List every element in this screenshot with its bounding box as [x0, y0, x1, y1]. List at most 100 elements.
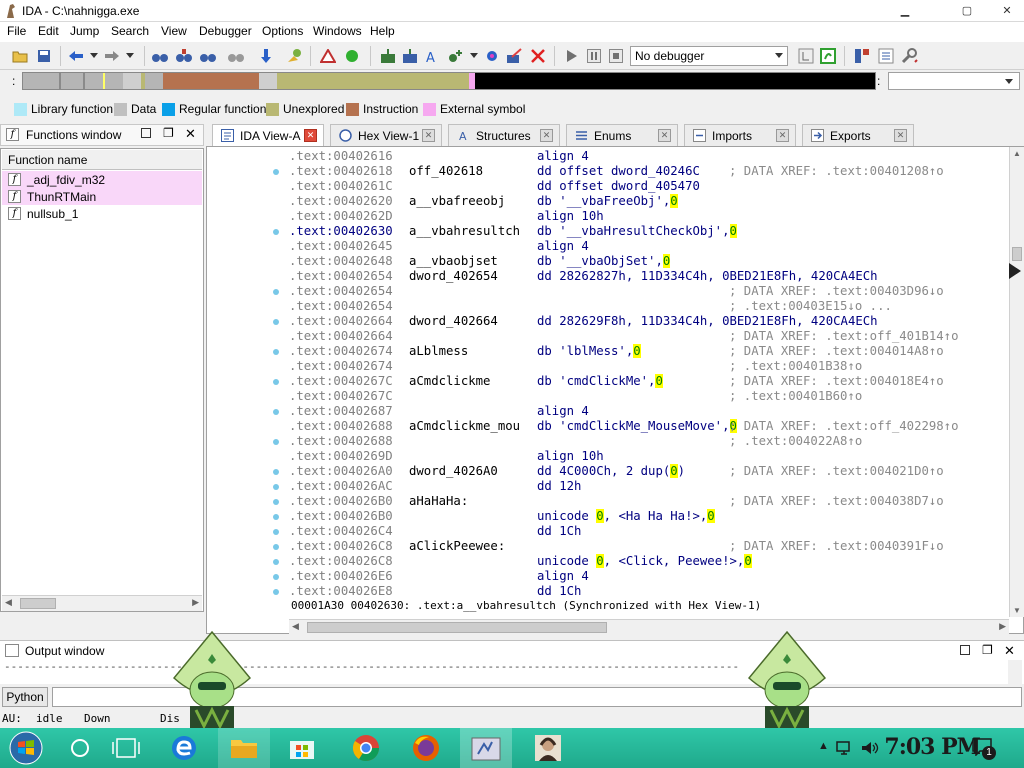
menu-options[interactable]: Options — [262, 24, 303, 38]
navigation-band[interactable] — [22, 72, 876, 90]
function-row[interactable]: f ThunRTMain — [2, 188, 202, 205]
output-text[interactable]: ----------------------------------------… — [0, 660, 1024, 684]
mark-button[interactable] — [284, 46, 304, 66]
scroll-thumb[interactable] — [1012, 247, 1022, 261]
nav-combo[interactable] — [888, 72, 1020, 90]
search-next-button[interactable] — [226, 46, 246, 66]
disasm-line[interactable]: .text:004026C8 aClickPeewee: ; DATA XREF: … — [289, 539, 944, 554]
breakpoint-dot[interactable] — [273, 169, 279, 175]
disasm-xref-comment[interactable]: ; .text:00401B38↑o — [729, 359, 862, 374]
disasm-line[interactable]: .text:0040261C dd offset dword_405470 — [289, 179, 700, 194]
function-row[interactable]: f _adj_fdiv_m32 — [2, 171, 202, 188]
close-tab-icon[interactable]: ✕ — [894, 129, 907, 142]
disasm-xref-comment[interactable]: ; DATA XREF: .text:off_401B14↑o — [729, 329, 959, 344]
disasm-label[interactable]: aCmdclickme — [409, 374, 490, 389]
search-binary-button[interactable] — [198, 46, 218, 66]
forward-button[interactable] — [102, 46, 122, 66]
python-button[interactable]: Python — [2, 687, 48, 707]
breakpoint-dot[interactable] — [273, 544, 279, 550]
menu-help[interactable]: Help — [370, 24, 395, 38]
disasm-label[interactable]: aCmdclickme_mou — [409, 419, 520, 434]
disasm-instruction[interactable]: db '__vbaHresultCheckObj',0 — [537, 224, 737, 239]
function-row[interactable]: f nullsub_1 — [2, 205, 202, 222]
disasm-line[interactable]: .text:00402674 aLblmess db 'lblMess',0 ; DA… — [289, 344, 944, 359]
disasm-label[interactable]: aHaHaHa: — [409, 494, 468, 509]
disasm-line[interactable]: .text:00402616 align 4 — [289, 149, 589, 164]
disasm-label[interactable]: dword_402654 — [409, 269, 498, 284]
segments-button[interactable] — [852, 46, 872, 66]
disasm-xref-comment[interactable]: ; DATA XREF: .text:00403D96↓o — [729, 284, 944, 299]
menu-jump[interactable]: Jump — [70, 24, 99, 38]
breakpoint-dot[interactable] — [273, 349, 279, 355]
scroll-left-icon[interactable]: ◀ — [292, 621, 299, 632]
disasm-label[interactable]: off_402618 — [409, 164, 483, 179]
disasm-xref-comment[interactable]: ; .text:00401B60↑o — [729, 389, 862, 404]
disasm-line[interactable]: .text:004026B0 aHaHaHa: ; DATA XREF: .text… — [289, 494, 944, 509]
chrome-button[interactable] — [340, 728, 392, 768]
disasm-instruction[interactable]: dd offset dword_40246C — [537, 164, 700, 179]
disasm-label[interactable]: aClickPeewee: — [409, 539, 505, 554]
edge-button[interactable] — [158, 728, 210, 768]
disasm-instruction[interactable]: dd 28262827h, 11D334C4h, 0BED21E8Fh, 420… — [537, 269, 878, 284]
breakpoint-dot[interactable] — [273, 319, 279, 325]
functions-hscrollbar[interactable]: ◀ ▶ — [2, 595, 202, 611]
close-panel-icon[interactable]: ✕ — [1004, 643, 1015, 659]
disasm-line[interactable]: .text:00402664 dword_402664 dd 282629F8h, … — [289, 314, 878, 329]
tab-enums[interactable]: Enums ✕ — [566, 124, 678, 146]
struct-button[interactable] — [482, 46, 502, 66]
disasm-line[interactable]: .text:004026AC dd 12h — [289, 479, 581, 494]
firefox-button[interactable] — [400, 728, 452, 768]
close-tab-icon[interactable]: ✕ — [776, 129, 789, 142]
disasm-line[interactable]: .text:00402674 ; .text:00401B38↑o — [289, 359, 862, 374]
make-data-button[interactable] — [400, 46, 420, 66]
store-button[interactable] — [276, 728, 328, 768]
disasm-line[interactable]: .text:00402688 aCmdclickme_mou db 'cmdClic… — [289, 419, 959, 434]
disasm-instruction[interactable]: dd 12h — [537, 479, 581, 494]
volume-icon[interactable] — [860, 740, 880, 756]
disasm-instruction[interactable]: align 4 — [537, 569, 589, 584]
open-button[interactable] — [10, 46, 30, 66]
pause-button[interactable] — [584, 46, 604, 66]
graph-view-button[interactable] — [318, 46, 338, 66]
disasm-instruction[interactable]: db '__vbaObjSet',0 — [537, 254, 671, 269]
scroll-up-icon[interactable]: ▲ — [1013, 149, 1021, 158]
close-panel-icon[interactable]: ✕ — [185, 126, 196, 142]
scroll-thumb[interactable] — [20, 598, 56, 609]
tab-exports[interactable]: Exports ✕ — [802, 124, 914, 146]
disasm-xref-comment[interactable]: ; DATA XREF: .text:00401208↑o — [729, 164, 944, 179]
disasm-instruction[interactable]: db 'lblMess',0 — [537, 344, 641, 359]
functions-window-tab[interactable]: f Functions window ❐ ✕ — [0, 124, 204, 146]
disasm-label[interactable]: dword_402664 — [409, 314, 498, 329]
back-dropdown[interactable] — [84, 46, 104, 66]
tools-button[interactable] — [900, 46, 920, 66]
output-vscrollbar[interactable] — [1008, 660, 1022, 684]
binoculars-button[interactable] — [150, 46, 170, 66]
breakpoint-dot[interactable] — [273, 484, 279, 490]
disasm-line[interactable]: .text:00402664 ; DATA XREF: .text:off_401… — [289, 329, 959, 344]
make-ascii-button[interactable]: A — [422, 46, 442, 66]
close-button[interactable]: ✕ — [994, 2, 1020, 20]
disasm-line[interactable]: .text:00402620 a__vbafreeobj db '__vbaFree… — [289, 194, 678, 209]
menu-file[interactable]: File — [7, 24, 26, 38]
breakpoint-dot[interactable] — [273, 469, 279, 475]
disasm-label[interactable]: aLblmess — [409, 344, 468, 359]
disasm-line[interactable]: .text:00402688 ; .text:004022A8↑o — [289, 434, 862, 449]
menu-debugger[interactable]: Debugger — [199, 24, 252, 38]
breakpoint-dot[interactable] — [273, 499, 279, 505]
action-center-button[interactable]: 1 — [972, 738, 996, 760]
maximize-button[interactable]: ▢ — [954, 2, 980, 20]
disasm-line[interactable]: .text:0040267C ; .text:00401B60↑o — [289, 389, 862, 404]
breakpoint-dot[interactable] — [273, 559, 279, 565]
disasm-instruction[interactable]: dd 1Ch — [537, 584, 581, 599]
breakpoint-dot[interactable] — [273, 379, 279, 385]
disasm-line[interactable]: .text:004026E8 dd 1Ch — [289, 584, 581, 599]
undefine-button[interactable] — [528, 46, 548, 66]
jump-down-button[interactable] — [256, 46, 276, 66]
make-array-button[interactable] — [446, 46, 466, 66]
breakpoint-dot[interactable] — [273, 289, 279, 295]
menu-edit[interactable]: Edit — [38, 24, 59, 38]
tab-hex-view-1[interactable]: Hex View-1 ✕ — [330, 124, 442, 146]
forward-dropdown[interactable] — [120, 46, 140, 66]
disasm-line[interactable]: .text:004026C8 unicode 0, <Click, Peewee!… — [289, 554, 752, 569]
breakpoint-dot[interactable] — [273, 439, 279, 445]
